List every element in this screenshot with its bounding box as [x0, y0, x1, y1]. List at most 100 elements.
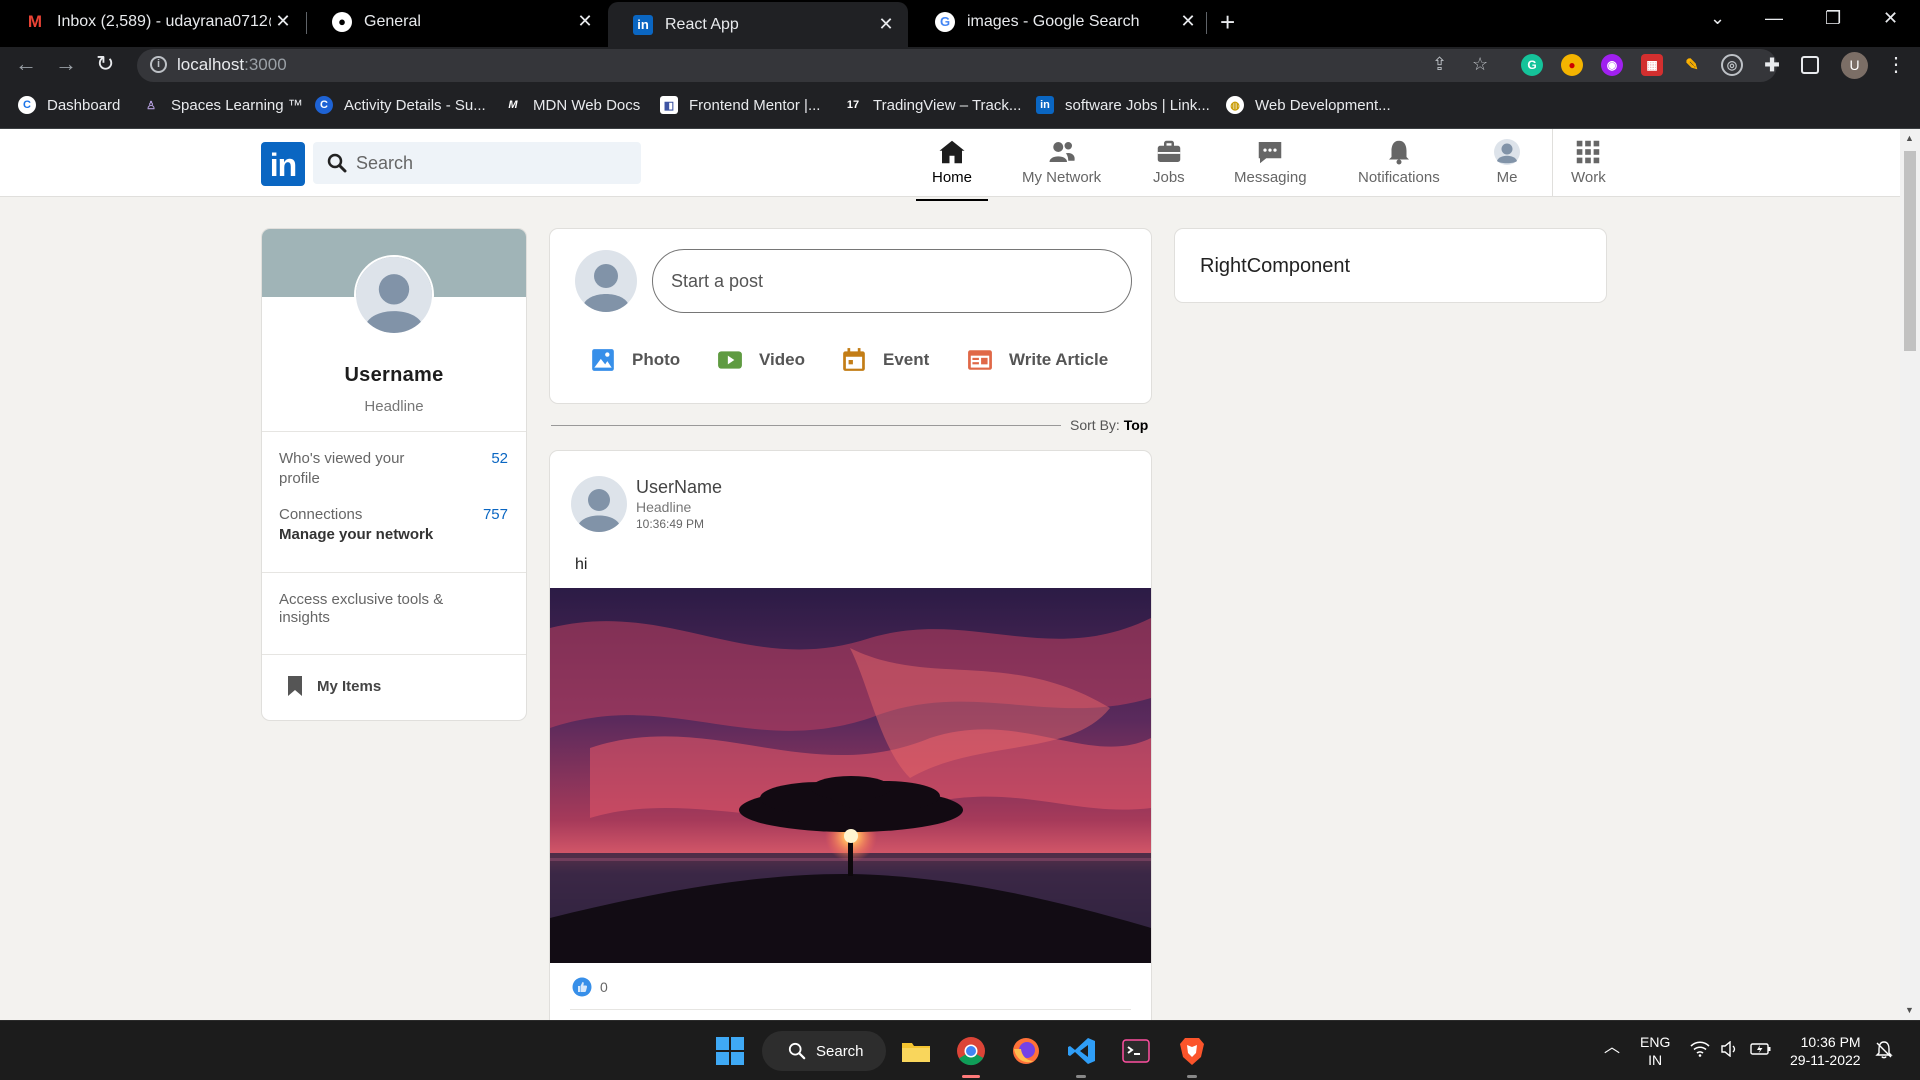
scroll-down-arrow-icon[interactable]: ▼ [1905, 1005, 1914, 1015]
bookmark-mdn[interactable]: M MDN Web Docs [504, 96, 640, 114]
nav-me[interactable]: Me [1492, 137, 1522, 186]
menu-kebab-icon[interactable]: ⋮ [1886, 52, 1906, 77]
manage-network-link[interactable]: Manage your network [279, 525, 508, 545]
bookmark-spaces-learning[interactable]: ♙ Spaces Learning ™ [142, 96, 303, 114]
reload-icon[interactable]: ↻ [96, 51, 114, 77]
sort-by-control[interactable]: Sort By: Top [1070, 417, 1148, 433]
post-author-avatar[interactable] [571, 476, 627, 532]
profile-views-stat[interactable]: Who's viewed your profile [279, 449, 419, 489]
terminal-icon[interactable] [1120, 1035, 1152, 1067]
sort-value[interactable]: Top [1124, 417, 1149, 433]
wifi-icon[interactable] [1690, 1041, 1710, 1057]
connections-count: 757 [482, 506, 508, 523]
messaging-icon [1259, 142, 1282, 164]
close-icon[interactable]: ✕ [573, 11, 597, 32]
taskbar-search[interactable]: Search [762, 1031, 886, 1071]
tab-react-app[interactable]: in React App ✕ [608, 2, 908, 47]
profile-views-count[interactable]: 52 [491, 449, 508, 469]
tab-search-chevron-icon[interactable]: ⌄ [1710, 8, 1725, 29]
post-author-name[interactable]: UserName [636, 477, 722, 498]
bookmark-dashboard[interactable]: C Dashboard [18, 96, 120, 114]
video-icon [718, 351, 742, 369]
profile-username[interactable]: Username [262, 364, 526, 387]
tab-google-search[interactable]: G images - Google Search ✕ [910, 0, 1210, 43]
url-host: localhost [177, 55, 245, 74]
volume-icon[interactable] [1720, 1041, 1740, 1057]
battery-icon[interactable] [1750, 1041, 1772, 1057]
search-bar[interactable] [313, 142, 641, 184]
connections-stat[interactable]: Connections Manage your network 757 [279, 505, 508, 545]
page-scrollbar[interactable]: ▲ ▼ [1900, 129, 1920, 1020]
nav-work[interactable]: Work [1571, 137, 1606, 186]
file-explorer-icon[interactable] [900, 1035, 932, 1067]
close-icon[interactable]: ✕ [874, 14, 898, 35]
nav-jobs[interactable]: Jobs [1153, 137, 1185, 186]
start-post-button[interactable]: Start a post [652, 249, 1132, 313]
app-running-indicator [1187, 1075, 1197, 1078]
premium-promo[interactable]: Access exclusive tools & insights [279, 591, 454, 627]
post-reactions[interactable]: 0 [572, 977, 608, 997]
share-icon[interactable]: ⇪ [1432, 54, 1447, 75]
site-info-icon[interactable]: i [150, 56, 167, 73]
tab-gmail[interactable]: M Inbox (2,589) - udayrana0712@g ✕ [0, 0, 305, 43]
close-icon[interactable]: ✕ [1176, 11, 1200, 32]
profile-avatar[interactable]: U [1841, 52, 1868, 79]
new-tab-button[interactable]: + [1220, 7, 1235, 38]
bookmark-web-development[interactable]: ◍ Web Development... [1226, 96, 1391, 114]
close-window-button[interactable]: ✕ [1883, 8, 1898, 29]
vscode-icon[interactable] [1066, 1035, 1098, 1067]
side-panel-icon[interactable] [1801, 56, 1819, 74]
profile-avatar[interactable] [354, 255, 434, 335]
bookmark-frontend-mentor[interactable]: ◧ Frontend Mentor |... [660, 96, 820, 114]
post-image[interactable] [550, 588, 1151, 963]
chrome-icon[interactable] [955, 1035, 987, 1067]
linkedin-logo[interactable]: in [261, 142, 305, 186]
system-clock[interactable]: 10:36 PM 29-11-2022 [1790, 1033, 1861, 1069]
active-app-indicator [962, 1075, 980, 1078]
write-article-button[interactable]: Write Article [967, 347, 1108, 373]
color-picker-icon[interactable]: ✎ [1681, 54, 1703, 76]
user-avatar-icon [356, 257, 432, 333]
firefox-icon[interactable] [1010, 1035, 1042, 1067]
extension-icon[interactable]: ▦ [1641, 54, 1663, 76]
scrollbar-thumb[interactable] [1904, 151, 1916, 351]
share-box: Start a post Photo Video Event Write Art… [549, 228, 1152, 404]
puzzle-icon[interactable]: ✚ [1761, 54, 1783, 76]
linkedin-header: in Home My Network J [0, 129, 1900, 201]
extension-icon[interactable]: ● [1561, 54, 1583, 76]
bookmark-software-jobs[interactable]: in software Jobs | Link... [1036, 96, 1210, 114]
article-label: Write Article [1009, 350, 1109, 369]
nav-label: Me [1496, 169, 1518, 186]
my-items-link[interactable]: My Items [285, 674, 381, 698]
my-items-label: My Items [317, 677, 382, 695]
brave-icon[interactable] [1176, 1035, 1208, 1067]
scroll-up-arrow-icon[interactable]: ▲ [1905, 133, 1914, 143]
nav-messaging[interactable]: Messaging [1234, 137, 1307, 186]
nav-my-network[interactable]: My Network [1022, 137, 1101, 186]
bookmark-star-icon[interactable]: ☆ [1472, 54, 1488, 75]
show-hidden-icons-chevron-icon[interactable]: ︿ [1604, 1033, 1620, 1057]
bookmark-tradingview[interactable]: 17 TradingView – Track... [844, 96, 1022, 114]
minimize-button[interactable]: — [1765, 8, 1783, 29]
grammarly-icon[interactable]: G [1521, 54, 1543, 76]
bookmark-activity-details[interactable]: C Activity Details - Su... [315, 96, 486, 114]
nav-notifications[interactable]: Notifications [1358, 137, 1440, 186]
event-button[interactable]: Event [841, 347, 929, 373]
close-icon[interactable]: ✕ [271, 11, 295, 32]
back-arrow-icon[interactable]: ← [15, 51, 37, 77]
tab-github[interactable]: ● General ✕ [307, 0, 607, 43]
restore-button[interactable]: ❐ [1825, 8, 1841, 29]
taskbar-search-label: Search [816, 1042, 864, 1060]
video-button[interactable]: Video [717, 347, 805, 373]
windows-start-icon[interactable] [714, 1035, 746, 1067]
forward-arrow-icon[interactable]: → [55, 51, 77, 77]
nav-home[interactable]: Home [915, 137, 989, 201]
extension-icon[interactable]: ◉ [1601, 54, 1623, 76]
extension-icon[interactable]: ◎ [1721, 54, 1743, 76]
grid-icon [1577, 140, 1600, 164]
spaces-icon: ♙ [146, 99, 156, 112]
notification-bell-icon[interactable] [1874, 1041, 1894, 1059]
photo-button[interactable]: Photo [590, 347, 680, 373]
search-input[interactable] [356, 142, 626, 184]
input-language[interactable]: ENG IN [1640, 1033, 1670, 1069]
